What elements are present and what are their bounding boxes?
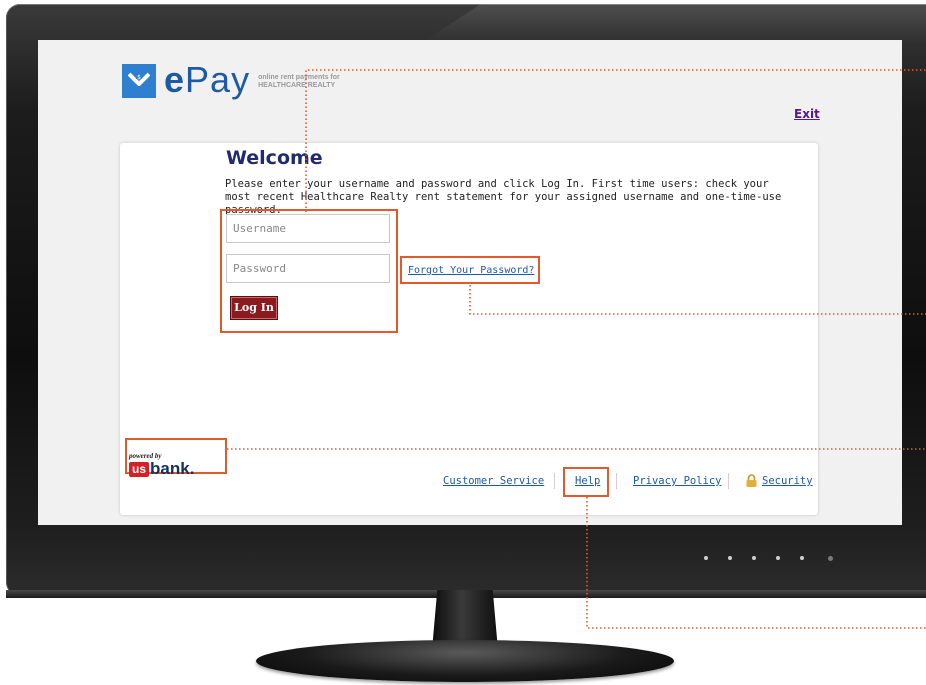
- monitor-button: [800, 556, 804, 560]
- security-link[interactable]: Security: [762, 475, 813, 487]
- powered-by-usbank: powered by us bank.: [129, 452, 194, 477]
- monitor-button: [728, 556, 732, 560]
- monitor-button: [776, 556, 780, 560]
- epay-logo-icon: $: [122, 64, 156, 98]
- epay-wordmark: ePay: [164, 59, 251, 100]
- tagline-line2: HEALTHCARE REALTY: [258, 82, 336, 89]
- login-form-highlight: [220, 209, 398, 333]
- forgot-password-highlight: [400, 256, 540, 284]
- usbank-logo-us: us: [129, 461, 150, 477]
- screen: $ ePay online rent payments for HEALTHCA…: [38, 40, 902, 525]
- monitor-base: [256, 640, 674, 682]
- svg-text:$: $: [137, 74, 141, 81]
- bezel-sheen: [420, 4, 926, 44]
- monitor-frame: $ ePay online rent payments for HEALTHCA…: [0, 0, 926, 598]
- footer-divider: [554, 473, 555, 489]
- page-title: Welcome: [226, 147, 323, 169]
- exit-link[interactable]: Exit: [794, 107, 820, 121]
- help-link[interactable]: Help: [575, 475, 600, 487]
- monitor-buttons: [704, 556, 833, 561]
- power-led: [828, 556, 833, 561]
- usbank-logo-bank: bank.: [150, 459, 195, 478]
- tagline-line1: online rent payments for: [258, 74, 340, 81]
- customer-service-link[interactable]: Customer Service: [443, 475, 544, 487]
- login-card: Welcome Please enter your username and p…: [120, 143, 818, 515]
- footer-divider: [616, 473, 617, 489]
- monitor-button: [752, 556, 756, 560]
- monitor-button: [704, 556, 708, 560]
- lock-icon: [746, 474, 757, 487]
- privacy-policy-link[interactable]: Privacy Policy: [633, 475, 722, 487]
- footer-divider: [728, 473, 729, 489]
- epay-logo: $ ePay online rent payments for HEALTHCA…: [122, 60, 340, 100]
- tagline: online rent payments for HEALTHCARE REAL…: [258, 74, 340, 90]
